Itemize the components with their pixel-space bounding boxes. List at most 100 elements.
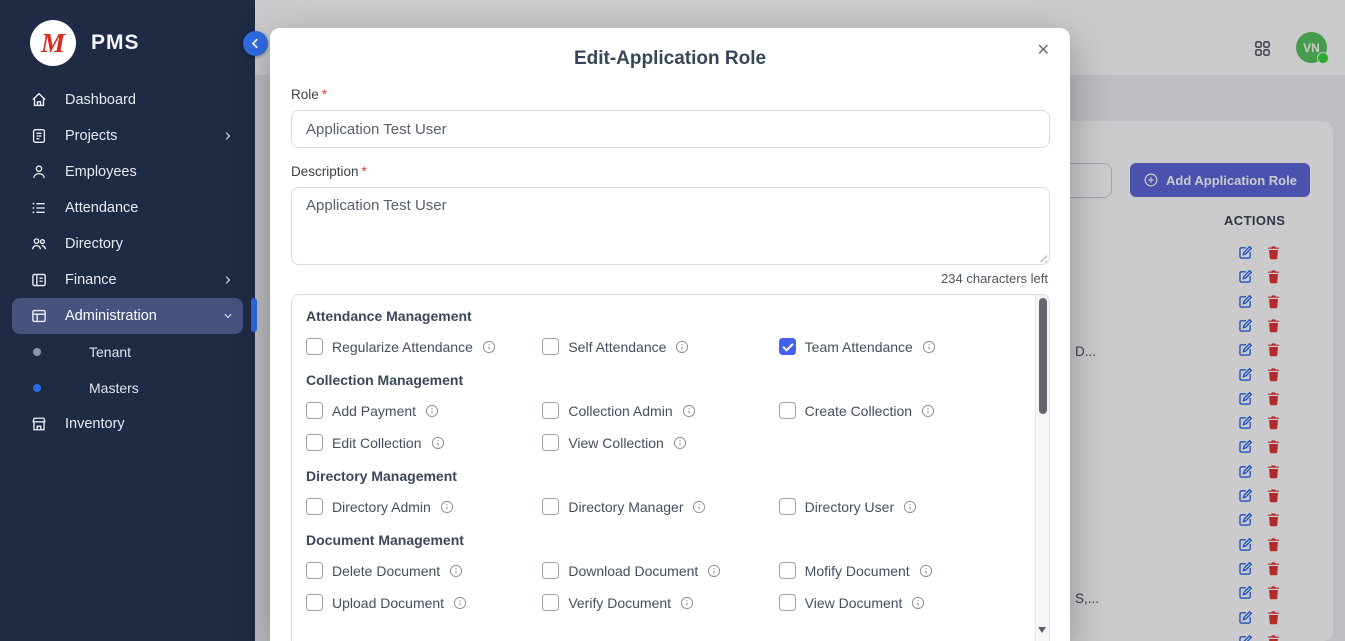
permission-option[interactable]: Directory Manager (542, 498, 778, 515)
sidebar-item-inventory[interactable]: Inventory (0, 406, 255, 442)
scroll-down-arrow[interactable] (1038, 627, 1046, 633)
modal-title: Edit-Application Role (270, 48, 1070, 70)
checkbox[interactable] (306, 402, 323, 419)
chevron-right-icon (221, 129, 235, 143)
info-icon[interactable] (919, 564, 933, 578)
permission-label: Verify Document (568, 595, 671, 611)
sidebar-item-label: Employees (65, 164, 235, 180)
info-icon[interactable] (440, 500, 454, 514)
sidebar-subitem-tenant[interactable]: Tenant (0, 334, 255, 370)
sidebar-subitem-masters[interactable]: Masters (0, 370, 255, 406)
info-icon[interactable] (903, 500, 917, 514)
info-icon[interactable] (431, 436, 445, 450)
permission-label: Create Collection (805, 403, 912, 419)
close-icon[interactable]: ✕ (1033, 39, 1054, 63)
checkbox[interactable] (306, 562, 323, 579)
info-icon[interactable] (682, 404, 696, 418)
sidebar-item-directory[interactable]: Directory (0, 226, 255, 262)
description-textarea[interactable]: Application Test User (291, 187, 1050, 265)
section-title: Document Management (306, 532, 1015, 548)
checkbox[interactable] (542, 434, 559, 451)
permission-option[interactable]: Verify Document (542, 594, 778, 611)
sidebar-item-label: Projects (65, 128, 204, 144)
checkbox[interactable] (542, 562, 559, 579)
role-input[interactable] (291, 110, 1050, 148)
permission-option[interactable]: View Document (779, 594, 1015, 611)
scrollbar-thumb[interactable] (1039, 298, 1047, 414)
modal-body: Role* Description* Application Test User… (270, 70, 1070, 641)
checkbox[interactable] (306, 338, 323, 355)
permission-label: Download Document (568, 563, 698, 579)
scrollbar[interactable] (1035, 295, 1049, 641)
inventory-icon (30, 415, 48, 433)
sidebar-item-projects[interactable]: Projects (0, 118, 255, 154)
checkbox[interactable] (306, 434, 323, 451)
permission-option[interactable]: Team Attendance (779, 338, 1015, 355)
permission-label: Upload Document (332, 595, 444, 611)
section-title: Directory Management (306, 468, 1015, 484)
permission-option[interactable]: Mofify Document (779, 562, 1015, 579)
permission-label: Directory User (805, 499, 894, 515)
brand-name: PMS (91, 31, 140, 55)
sidebar-item-finance[interactable]: Finance (0, 262, 255, 298)
permission-option[interactable]: View Collection (542, 434, 778, 451)
info-icon[interactable] (673, 436, 687, 450)
info-icon[interactable] (675, 340, 689, 354)
checkbox[interactable] (306, 498, 323, 515)
permission-label: View Document (805, 595, 903, 611)
permission-option[interactable]: Delete Document (306, 562, 542, 579)
finance-icon (30, 271, 48, 289)
permission-option[interactable]: Directory Admin (306, 498, 542, 515)
permission-option[interactable]: Collection Admin (542, 402, 778, 419)
checkbox[interactable] (542, 594, 559, 611)
info-icon[interactable] (921, 404, 935, 418)
info-icon[interactable] (707, 564, 721, 578)
permission-option[interactable]: Directory User (779, 498, 1015, 515)
sidebar-item-label: Finance (65, 272, 204, 288)
info-icon[interactable] (911, 596, 925, 610)
info-icon[interactable] (425, 404, 439, 418)
checkbox[interactable] (306, 594, 323, 611)
checkbox[interactable] (779, 562, 796, 579)
person-icon (30, 163, 48, 181)
sidebar-item-dashboard[interactable]: Dashboard (0, 82, 255, 118)
permission-label: Self Attendance (568, 339, 666, 355)
sidebar-collapse-button[interactable] (243, 31, 268, 56)
permission-option[interactable]: Regularize Attendance (306, 338, 542, 355)
sidebar-item-administration[interactable]: Administration (12, 298, 243, 334)
permission-label: Edit Collection (332, 435, 422, 451)
home-icon (30, 91, 48, 109)
info-icon[interactable] (449, 564, 463, 578)
required-asterisk: * (322, 87, 327, 102)
checkbox[interactable] (542, 498, 559, 515)
permission-label: Add Payment (332, 403, 416, 419)
permission-option[interactable]: Download Document (542, 562, 778, 579)
sidebar-subitem-label: Tenant (89, 344, 131, 360)
admin-icon (30, 307, 48, 325)
info-icon[interactable] (692, 500, 706, 514)
checkbox[interactable] (542, 338, 559, 355)
permission-option[interactable]: Self Attendance (542, 338, 778, 355)
bullet-icon (33, 348, 41, 356)
info-icon[interactable] (922, 340, 936, 354)
info-icon[interactable] (482, 340, 496, 354)
sidebar-item-label: Directory (65, 236, 235, 252)
info-icon[interactable] (680, 596, 694, 610)
permission-option[interactable]: Add Payment (306, 402, 542, 419)
edit-application-role-modal: ✕ Edit-Application Role Role* Descriptio… (270, 28, 1070, 641)
checkbox[interactable] (779, 498, 796, 515)
permission-option[interactable]: Upload Document (306, 594, 542, 611)
sidebar-item-attendance[interactable]: Attendance (0, 190, 255, 226)
sidebar-item-employees[interactable]: Employees (0, 154, 255, 190)
characters-left: 234 characters left (291, 271, 1048, 286)
checkbox[interactable] (779, 594, 796, 611)
permission-label: Directory Admin (332, 499, 431, 515)
permission-option[interactable]: Edit Collection (306, 434, 542, 451)
checkbox[interactable] (779, 338, 796, 355)
checkbox[interactable] (542, 402, 559, 419)
permission-section: Collection ManagementAdd PaymentCollecti… (306, 372, 1015, 451)
permission-option[interactable]: Create Collection (779, 402, 1015, 419)
checkbox[interactable] (779, 402, 796, 419)
bullet-icon (33, 384, 41, 392)
info-icon[interactable] (453, 596, 467, 610)
